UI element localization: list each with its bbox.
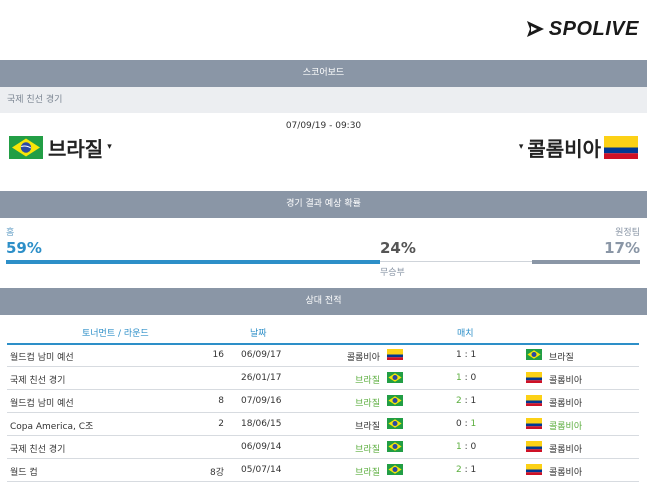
draw-probability-bar — [380, 261, 533, 262]
draw-probability: 24% — [380, 239, 416, 257]
row-away-score: 1 — [470, 419, 477, 429]
row-tournament: 월드컵 남미 예선 — [10, 353, 74, 363]
home-team[interactable]: 브라질 ▾ — [9, 134, 116, 161]
h2h-row[interactable]: 월드 컵 8강 05/07/14 브라질 2 : 1 콜롬비아 — [7, 459, 639, 482]
match-datetime: 07/09/19 - 09:30 — [285, 121, 362, 131]
row-away-score: 1 — [470, 396, 477, 406]
row-date: 07/09/16 — [241, 396, 282, 406]
row-away-score: 0 — [470, 442, 477, 452]
h2h-row[interactable]: 월드컵 남미 예선 16 06/09/17 콜롬비아 1 : 1 브라질 — [7, 344, 639, 367]
brazil-flag-icon — [526, 349, 542, 360]
home-team-name: 브라질 — [48, 136, 104, 161]
home-probability: 59% — [6, 239, 42, 257]
row-away-team[interactable]: 콜롬비아 — [549, 373, 582, 386]
h2h-row[interactable]: 국제 친선 경기 26/01/17 브라질 1 : 0 콜롬비아 — [7, 367, 639, 390]
row-home-team[interactable]: 콜롬비아 — [347, 350, 380, 363]
row-score[interactable]: 1 : 0 — [456, 442, 476, 452]
prediction-header: 경기 결과 예상 확률 — [0, 191, 647, 218]
row-round: 16 — [212, 350, 224, 360]
row-score[interactable]: 2 : 1 — [456, 396, 476, 406]
row-tournament: 월드컵 남미 예선 — [10, 399, 74, 409]
away-probability-bar — [532, 260, 640, 264]
row-round: 8강 — [209, 468, 224, 478]
match-column-header[interactable]: 매치 — [457, 326, 474, 339]
h2h-column-headers: 토너먼트 / 라운드 날짜 매치 — [0, 323, 647, 343]
colombia-flag-icon — [604, 135, 638, 159]
row-date: 05/07/14 — [241, 465, 282, 475]
colombia-flag-icon — [387, 349, 403, 360]
away-label: 원정팀 — [615, 228, 640, 238]
row-home-team[interactable]: 브라질 — [355, 442, 380, 455]
brazil-flag-icon — [387, 464, 403, 475]
row-tournament: 국제 친선 경기 — [10, 376, 66, 386]
away-team-name: 콜롬비아 — [527, 136, 601, 161]
row-home-team[interactable]: 브라질 — [355, 373, 380, 386]
row-away-team[interactable]: 브라질 — [549, 350, 574, 363]
brazil-flag-icon — [387, 418, 403, 429]
brazil-flag-icon — [9, 135, 43, 159]
spolive-logo[interactable]: SPOLIVE — [525, 18, 639, 40]
home-label: 홈 — [6, 228, 15, 238]
competition-name: 국제 친선 경기 — [0, 87, 647, 113]
away-team-dropdown-icon[interactable]: ▾ — [519, 142, 524, 152]
row-score[interactable]: 1 : 0 — [456, 373, 476, 383]
row-away-score: 0 — [470, 373, 477, 383]
row-away-team[interactable]: 콜롬비아 — [549, 442, 582, 455]
draw-label: 무승부 — [380, 268, 405, 278]
h2h-row[interactable]: 월드컵 남미 예선 8 07/09/16 브라질 2 : 1 콜롬비아 — [7, 390, 639, 413]
row-away-team[interactable]: 콜롬비아 — [549, 465, 582, 478]
row-home-team[interactable]: 브라질 — [355, 396, 380, 409]
row-away-team[interactable]: 콜롬비아 — [549, 396, 582, 409]
scoreboard-header: 스코어보드 — [0, 60, 647, 87]
h2h-row[interactable]: Copa America, C조 2 18/06/15 브라질 0 : 1 콜롬비아 — [7, 413, 639, 436]
row-date: 18/06/15 — [241, 419, 282, 429]
row-date: 06/09/14 — [241, 442, 282, 452]
row-away-score: 1 — [470, 465, 477, 475]
row-away-team[interactable]: 콜롬비아 — [549, 419, 582, 432]
row-tournament: 국제 친선 경기 — [10, 445, 66, 455]
away-probability: 17% — [604, 239, 640, 257]
colombia-flag-icon — [526, 372, 542, 383]
h2h-header: 상대 전적 — [0, 288, 647, 315]
row-home-team[interactable]: 브라질 — [355, 419, 380, 432]
spolive-arrow-icon — [526, 21, 544, 37]
h2h-row[interactable]: 국제 친선 경기 06/09/14 브라질 1 : 0 콜롬비아 — [7, 436, 639, 459]
home-team-dropdown-icon[interactable]: ▾ — [107, 142, 112, 152]
colombia-flag-icon — [526, 395, 542, 406]
row-score[interactable]: 0 : 1 — [456, 419, 476, 429]
row-score[interactable]: 1 : 1 — [456, 350, 476, 360]
row-date: 26/01/17 — [241, 373, 282, 383]
row-tournament: 월드 컵 — [10, 468, 38, 478]
row-round: 8 — [218, 396, 224, 406]
row-round: 2 — [218, 419, 224, 429]
logo-text: SPOLIVE — [548, 17, 639, 40]
row-away-score: 1 — [470, 350, 477, 360]
away-team[interactable]: ▾ 콜롬비아 — [515, 134, 638, 161]
brazil-flag-icon — [387, 441, 403, 452]
date-column-header[interactable]: 날짜 — [250, 326, 267, 339]
colombia-flag-icon — [526, 418, 542, 429]
colombia-flag-icon — [526, 464, 542, 475]
brazil-flag-icon — [387, 372, 403, 383]
row-date: 06/09/17 — [241, 350, 282, 360]
tournament-column-header[interactable]: 토너먼트 / 라운드 — [82, 326, 149, 339]
row-score[interactable]: 2 : 1 — [456, 465, 476, 475]
row-home-team[interactable]: 브라질 — [355, 465, 380, 478]
brazil-flag-icon — [387, 395, 403, 406]
home-probability-bar — [6, 260, 381, 264]
colombia-flag-icon — [526, 441, 542, 452]
row-tournament: Copa America, C조 — [10, 422, 94, 432]
